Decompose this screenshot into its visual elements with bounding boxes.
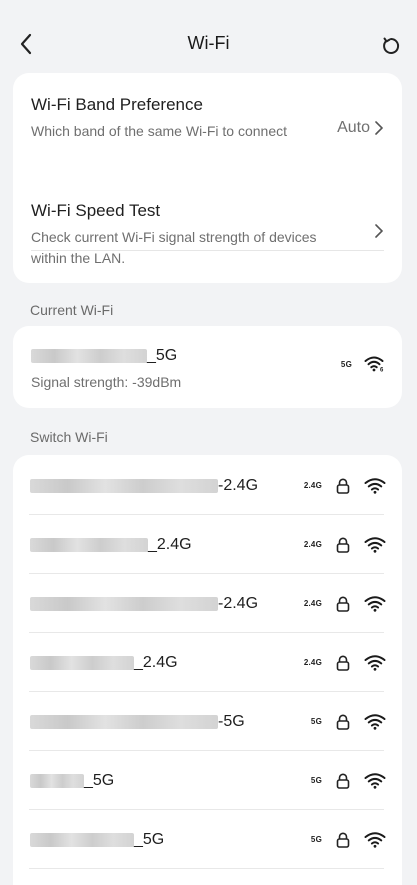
- current-wifi-label: Current Wi-Fi: [30, 302, 114, 318]
- current-wifi-name: _5G: [31, 347, 177, 365]
- network-row[interactable]: _2.4G 2.4G: [13, 633, 402, 692]
- redacted-ssid: [30, 596, 218, 611]
- current-wifi-card[interactable]: _5G Signal strength: -39dBm 5G 6: [13, 326, 402, 408]
- network-name-suffix: _2.4G: [148, 535, 192, 553]
- refresh-icon: [381, 36, 401, 56]
- network-status: 5G: [292, 692, 386, 751]
- network-name-suffix: _5G: [84, 771, 115, 789]
- wifi-signal-icon: [364, 477, 386, 494]
- wifi-signal-icon: [364, 772, 386, 789]
- network-row[interactable]: -5G 5G: [13, 692, 402, 751]
- lock-icon: [336, 478, 350, 494]
- chevron-right-icon: [374, 223, 384, 239]
- network-status: 5G: [292, 751, 386, 810]
- network-name-suffix: _2.4G: [134, 653, 178, 671]
- band-preference-description: Which band of the same Wi-Fi to connect: [31, 123, 287, 139]
- divider: [29, 868, 384, 869]
- band-badge: 5G: [310, 835, 322, 844]
- wifi-signal-icon: [364, 536, 386, 553]
- switch-wifi-card: -2.4G 2.4G _2.4G 2.4G -2.4G 2.4G _2.4G 2…: [13, 455, 402, 885]
- network-row[interactable]: -2.4G 2.4G: [13, 456, 402, 515]
- lock-icon: [336, 832, 350, 848]
- network-row[interactable]: _5G 5G: [13, 810, 402, 869]
- redacted-ssid: [30, 773, 84, 788]
- redacted-ssid: [30, 478, 218, 493]
- band-badge: 2.4G: [303, 599, 322, 608]
- network-name: _5G: [30, 810, 164, 869]
- network-name: _2.4G: [30, 633, 178, 692]
- chevron-right-icon: [374, 120, 384, 136]
- current-wifi-signal: Signal strength: -39dBm: [31, 374, 182, 390]
- wifi-signal-icon: [364, 713, 386, 730]
- network-name-suffix: _5G: [134, 830, 165, 848]
- speed-test-chevron-group: [374, 201, 384, 261]
- network-name: _2.4G: [30, 515, 192, 574]
- network-name-suffix: -2.4G: [218, 594, 259, 612]
- refresh-button[interactable]: [379, 34, 403, 58]
- speed-test-row[interactable]: Wi-Fi Speed Test Check current Wi-Fi sig…: [31, 201, 384, 281]
- network-name-suffix: -5G: [218, 712, 245, 730]
- band-preference-title: Wi-Fi Band Preference: [31, 95, 203, 114]
- redacted-ssid: [31, 349, 147, 363]
- wifi-signal-icon: [364, 654, 386, 671]
- lock-icon: [336, 773, 350, 789]
- switch-wifi-label: Switch Wi-Fi: [30, 429, 108, 445]
- current-wifi-status: 5G 6: [341, 356, 384, 372]
- band-badge: 5G: [310, 776, 322, 785]
- network-row[interactable]: -2.4G 2.4G: [13, 574, 402, 633]
- lock-icon: [336, 596, 350, 612]
- band-preference-value-group: Auto: [337, 95, 384, 161]
- redacted-ssid: [30, 655, 134, 670]
- network-status: 5G: [292, 810, 386, 869]
- band-badge: 2.4G: [303, 540, 322, 549]
- current-wifi-name-suffix: _5G: [147, 347, 178, 364]
- network-status: 2.4G: [292, 574, 386, 633]
- network-status: 2.4G: [292, 515, 386, 574]
- wifi-signal-icon: [364, 831, 386, 848]
- network-status: 2.4G: [292, 633, 386, 692]
- lock-icon: [336, 655, 350, 671]
- wifi-6-icon: 6: [364, 356, 384, 372]
- lock-icon: [336, 714, 350, 730]
- band-badge: 5G: [310, 717, 322, 726]
- network-name: _5G: [30, 751, 114, 810]
- page-title: Wi-Fi: [187, 33, 230, 53]
- svg-text:6: 6: [380, 368, 384, 373]
- lock-icon: [336, 537, 350, 553]
- band-badge: 2.4G: [303, 658, 322, 667]
- settings-card: Wi-Fi Band Preference Which band of the …: [13, 73, 402, 283]
- network-status: 2.4G: [292, 456, 386, 515]
- band-badge: 2.4G: [303, 481, 322, 490]
- redacted-ssid: [30, 832, 134, 847]
- speed-test-title: Wi-Fi Speed Test: [31, 201, 161, 220]
- network-row[interactable]: _2.4G 2.4G: [13, 515, 402, 574]
- network-name: -2.4G: [30, 574, 258, 633]
- band-preference-row[interactable]: Wi-Fi Band Preference Which band of the …: [31, 95, 384, 175]
- band-preference-value: Auto: [337, 119, 370, 136]
- redacted-ssid: [30, 537, 148, 552]
- band-badge: 5G: [340, 359, 352, 369]
- redacted-ssid: [30, 714, 218, 729]
- network-name: -2.4G: [30, 456, 258, 515]
- speed-test-description: Check current Wi-Fi signal strength of d…: [31, 229, 317, 266]
- network-row[interactable]: _5G 5G: [13, 751, 402, 810]
- network-name: -5G: [30, 692, 245, 751]
- wifi-signal-icon: [364, 595, 386, 612]
- network-name-suffix: -2.4G: [218, 476, 259, 494]
